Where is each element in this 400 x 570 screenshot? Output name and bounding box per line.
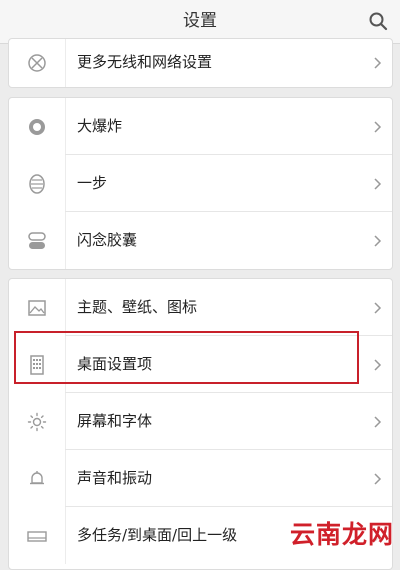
- settings-item-label: 闪念胶囊: [77, 231, 138, 249]
- chevron-right-icon: [374, 234, 382, 247]
- settings-group-features: 大爆炸 一步 闪念胶囊: [8, 97, 393, 270]
- chevron-right-icon: [374, 415, 382, 428]
- settings-item-sound-vibration[interactable]: 声音和振动: [9, 450, 392, 507]
- settings-item-label: 屏幕和字体: [77, 412, 153, 430]
- settings-item-label: 一步: [77, 174, 108, 192]
- search-icon[interactable]: [368, 11, 388, 31]
- page-title: 设置: [183, 11, 217, 31]
- chevron-right-icon: [374, 301, 382, 314]
- one-step-icon: [29, 173, 45, 194]
- settings-item-one-step[interactable]: 一步: [9, 155, 392, 212]
- chevron-right-icon: [374, 56, 382, 69]
- settings-item-screen-font[interactable]: 屏幕和字体: [9, 393, 392, 450]
- settings-item-idea-capsule[interactable]: 闪念胶囊: [9, 212, 392, 269]
- settings-item-more-wireless[interactable]: 更多无线和网络设置: [9, 39, 392, 87]
- multitask-icon: [27, 530, 47, 542]
- settings-group-network: 更多无线和网络设置: [8, 38, 393, 88]
- bell-icon: [30, 470, 44, 484]
- settings-item-theme-wallpaper-icons[interactable]: 主题、壁纸、图标: [9, 279, 392, 336]
- brightness-icon: [27, 412, 47, 431]
- wireless-x-icon: [28, 53, 46, 72]
- settings-item-big-bang[interactable]: 大爆炸: [9, 98, 392, 155]
- chevron-right-icon: [374, 177, 382, 190]
- highlight-box: [14, 331, 359, 384]
- settings-item-label: 大爆炸: [77, 117, 123, 135]
- watermark: 云南龙网: [289, 520, 394, 549]
- big-bang-icon: [29, 118, 45, 135]
- chevron-right-icon: [374, 472, 382, 485]
- settings-item-label: 更多无线和网络设置: [77, 53, 213, 71]
- settings-item-label: 声音和振动: [77, 469, 153, 487]
- capsule-icon: [28, 231, 46, 249]
- chevron-right-icon: [374, 120, 382, 133]
- settings-item-label: 多任务/到桌面/回上一级: [77, 526, 238, 544]
- chevron-right-icon: [374, 358, 382, 371]
- theme-image-icon: [28, 299, 46, 316]
- settings-item-label: 主题、壁纸、图标: [77, 298, 198, 316]
